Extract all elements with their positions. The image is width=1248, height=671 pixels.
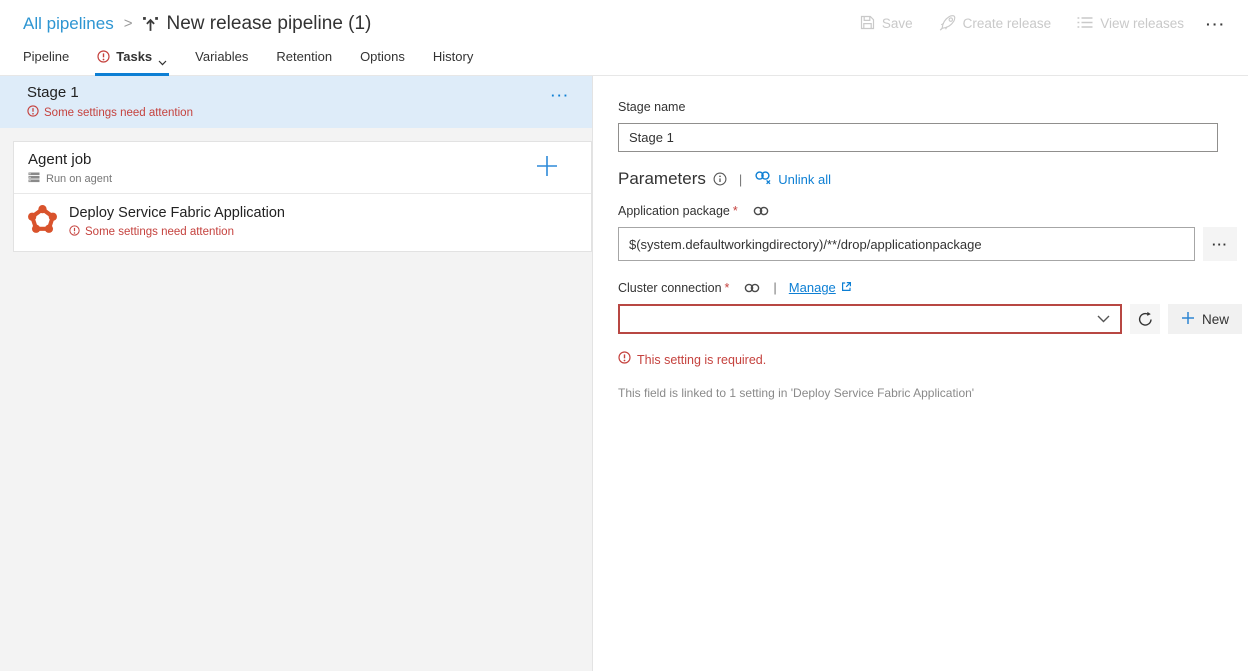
link-icon[interactable] <box>752 205 770 217</box>
task-item-deploy-service-fabric[interactable]: Deploy Service Fabric Application Some s… <box>14 193 591 251</box>
required-mark: * <box>725 281 730 295</box>
divider-pipe: | <box>773 280 776 295</box>
tab-tasks-label: Tasks <box>116 49 152 64</box>
task-title: Deploy Service Fabric Application <box>69 205 285 221</box>
tab-options-label: Options <box>360 49 405 64</box>
tab-variables-label: Variables <box>195 49 248 64</box>
task-details-panel: Stage name Parameters | Unlink all Appli… <box>593 76 1248 671</box>
unlink-all-label: Unlink all <box>778 172 831 187</box>
list-icon <box>1077 16 1093 32</box>
linked-setting-note: This field is linked to 1 setting in 'De… <box>618 386 1248 400</box>
application-package-label: Application package <box>618 204 730 218</box>
rocket-icon <box>939 14 956 34</box>
create-release-button[interactable]: Create release <box>939 14 1052 34</box>
add-icon <box>1181 311 1195 328</box>
agent-job-subtitle: Run on agent <box>46 173 112 185</box>
required-mark: * <box>733 204 738 218</box>
top-bar: All pipelines > New release pipeline (1)… <box>0 0 1248 47</box>
tab-options[interactable]: Options <box>360 47 405 75</box>
cluster-connection-label: Cluster connection <box>618 281 722 295</box>
tab-retention-label: Retention <box>276 49 332 64</box>
add-task-button[interactable] <box>535 154 559 178</box>
tab-variables[interactable]: Variables <box>195 47 248 75</box>
warning-icon <box>69 223 80 241</box>
tab-tasks[interactable]: Tasks <box>97 47 167 75</box>
breadcrumb-separator: > <box>124 15 133 32</box>
required-error-text: This setting is required. <box>637 353 766 367</box>
save-label: Save <box>882 16 913 31</box>
browse-more-button[interactable]: ··· <box>1203 227 1237 261</box>
agent-job-item[interactable]: Agent job Run on agent <box>14 142 591 193</box>
chevron-down-icon <box>158 54 167 69</box>
manage-link[interactable]: Manage <box>789 280 852 295</box>
unlink-icon <box>754 171 772 188</box>
tab-retention[interactable]: Retention <box>276 47 332 75</box>
link-icon[interactable] <box>743 282 761 294</box>
toolbar: Save Create release View releases ··· <box>834 14 1226 34</box>
refresh-icon <box>1137 316 1154 331</box>
unlink-all-button[interactable]: Unlink all <box>754 171 831 188</box>
stage-warning-text: Some settings need attention <box>44 107 193 119</box>
tab-history[interactable]: History <box>433 47 473 75</box>
save-button[interactable]: Save <box>860 15 913 33</box>
warning-icon <box>618 351 631 369</box>
new-connection-button[interactable]: New <box>1168 304 1242 334</box>
page-title: New release pipeline (1) <box>167 13 372 35</box>
tab-pipeline[interactable]: Pipeline <box>23 47 69 75</box>
new-label: New <box>1202 312 1229 327</box>
content: Stage 1 Some settings need attention ···… <box>0 76 1248 671</box>
warning-icon <box>97 50 110 66</box>
application-package-input[interactable] <box>618 227 1195 261</box>
server-icon <box>28 172 40 186</box>
release-pipeline-icon <box>142 16 159 33</box>
service-fabric-icon <box>27 204 58 241</box>
breadcrumb-all-pipelines[interactable]: All pipelines <box>23 14 114 34</box>
tab-history-label: History <box>433 49 473 64</box>
manage-label: Manage <box>789 280 836 295</box>
info-icon[interactable] <box>713 172 727 186</box>
cluster-connection-dropdown[interactable] <box>618 304 1122 334</box>
stage-name-field-label: Stage name <box>618 100 685 114</box>
task-warning-text: Some settings need attention <box>85 226 234 238</box>
jobs-list: Agent job Run on agent <box>13 141 592 252</box>
tab-pipeline-label: Pipeline <box>23 49 69 64</box>
stage-name-label: Stage 1 <box>27 84 576 101</box>
parameters-heading: Parameters <box>618 169 706 189</box>
stage-name-input[interactable] <box>618 123 1218 152</box>
dropdown-chevron-icon <box>1087 315 1120 323</box>
add-icon <box>535 166 559 181</box>
external-link-icon <box>841 280 852 295</box>
breadcrumb: All pipelines > New release pipeline (1) <box>23 13 371 35</box>
divider-pipe: | <box>739 172 742 187</box>
create-release-label: Create release <box>963 16 1052 31</box>
cluster-connection-input[interactable] <box>620 306 1087 332</box>
view-releases-button[interactable]: View releases <box>1077 16 1184 32</box>
warning-icon <box>27 104 39 122</box>
stages-panel: Stage 1 Some settings need attention ···… <box>0 76 593 671</box>
toolbar-more-button[interactable]: ··· <box>1206 16 1226 32</box>
stage-more-button[interactable]: ··· <box>551 88 570 103</box>
stage-item-selected[interactable]: Stage 1 Some settings need attention ··· <box>0 76 592 128</box>
tab-bar: Pipeline Tasks Variables Retention Optio… <box>0 47 1248 76</box>
save-icon <box>860 15 875 33</box>
agent-job-title: Agent job <box>28 151 575 168</box>
view-releases-label: View releases <box>1100 16 1184 31</box>
refresh-button[interactable] <box>1130 304 1160 334</box>
